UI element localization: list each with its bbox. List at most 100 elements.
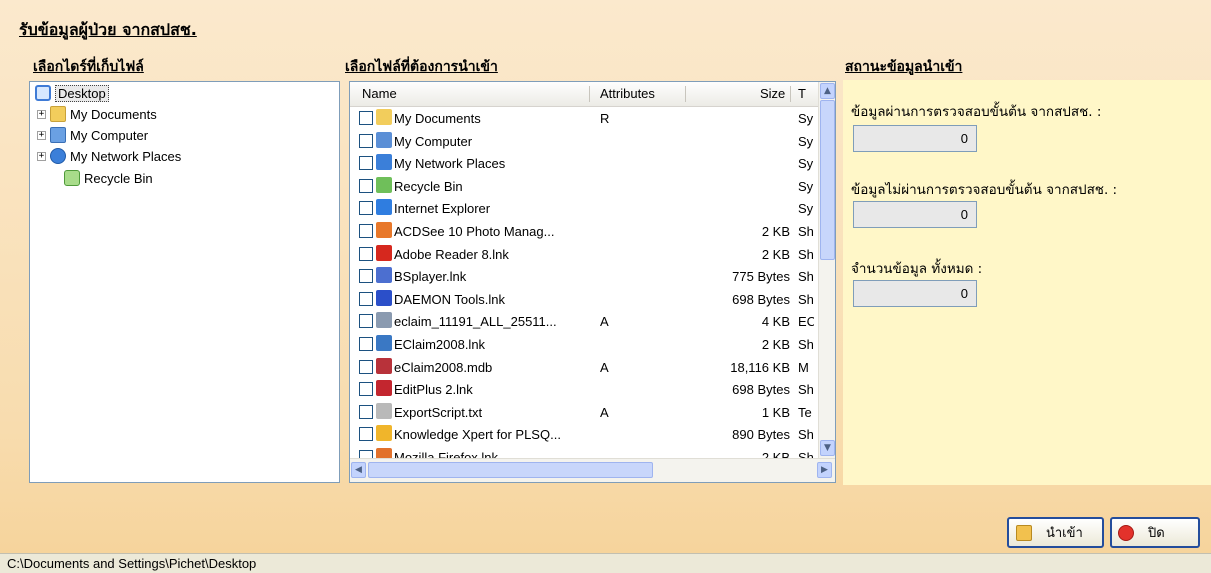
file-row[interactable]: Mozilla Firefox.lnk 2 KB Sh bbox=[350, 446, 818, 458]
file-name: My Network Places bbox=[394, 156, 506, 172]
scroll-up-icon[interactable]: ▲ bbox=[820, 83, 835, 99]
power-icon bbox=[1118, 524, 1134, 541]
tree-item-my-computer[interactable]: + My Computer bbox=[37, 125, 148, 145]
file-checkbox[interactable] bbox=[359, 269, 373, 284]
column-header-size[interactable]: Size bbox=[760, 86, 785, 101]
file-name: Recycle Bin bbox=[394, 178, 463, 194]
file-row[interactable]: BSplayer.lnk 775 Bytes Sh bbox=[350, 265, 818, 288]
column-header-name[interactable]: Name bbox=[362, 86, 397, 101]
scroll-down-icon[interactable]: ▼ bbox=[820, 440, 835, 456]
file-type: Sy bbox=[798, 201, 814, 217]
file-checkbox[interactable] bbox=[359, 337, 373, 351]
scroll-right-icon[interactable]: ▶ bbox=[817, 462, 832, 478]
vertical-scroll-thumb[interactable] bbox=[820, 100, 835, 260]
file-checkbox[interactable] bbox=[359, 359, 373, 374]
expand-icon[interactable]: + bbox=[37, 130, 46, 140]
file-size: 2 KB bbox=[761, 224, 790, 239]
file-type: Sh bbox=[798, 382, 814, 398]
file-type: Sy bbox=[798, 111, 814, 126]
file-row[interactable]: My Computer Sy bbox=[350, 130, 818, 153]
file-size: 698 Bytes bbox=[732, 291, 790, 307]
file-row[interactable]: Recycle Bin Sy bbox=[350, 175, 818, 198]
file-attributes: A bbox=[600, 314, 609, 330]
tree-item-desktop[interactable]: Desktop bbox=[35, 83, 109, 103]
tree-item-my-documents[interactable]: + My Documents bbox=[37, 104, 157, 124]
file-checkbox[interactable] bbox=[359, 291, 373, 306]
drive-section-label: เลือกไดร์ที่เก็บไฟล์ bbox=[33, 59, 144, 75]
folder-icon bbox=[50, 106, 66, 122]
file-row[interactable]: My Network Places Sy bbox=[350, 152, 818, 175]
file-row[interactable]: EditPlus 2.lnk 698 Bytes Sh bbox=[350, 378, 818, 401]
tree-item-label: Recycle Bin bbox=[84, 170, 153, 186]
file-type: Sh bbox=[798, 427, 814, 443]
expand-icon[interactable]: + bbox=[37, 109, 46, 119]
file-row[interactable]: Internet Explorer Sy bbox=[350, 197, 818, 220]
folder-icon bbox=[376, 109, 392, 125]
column-divider[interactable] bbox=[685, 86, 686, 102]
file-row[interactable]: Adobe Reader 8.lnk 2 KB Sh bbox=[350, 243, 818, 266]
tree-item-recycle-bin[interactable]: Recycle Bin bbox=[50, 168, 153, 188]
file-checkbox[interactable] bbox=[359, 156, 373, 171]
file-checkbox[interactable] bbox=[359, 246, 373, 261]
horizontal-scrollbar[interactable]: ◀ ▶ bbox=[350, 458, 835, 482]
column-divider[interactable] bbox=[790, 86, 791, 102]
file-row[interactable]: eclaim_11191_ALL_25511... A 4 KB EC bbox=[350, 310, 818, 333]
close-button[interactable]: ปิด bbox=[1110, 517, 1200, 548]
file-list[interactable]: Name Attributes Size T My Documents R Sy My… bbox=[349, 81, 836, 483]
file-rows: My Documents R Sy My Computer Sy My Network P… bbox=[350, 106, 818, 458]
file-checkbox[interactable] bbox=[359, 314, 373, 329]
failed-label: ข้อมูลไม่ผ่านการตรวจสอบขั้นต้น จากสปสช. … bbox=[851, 182, 1118, 198]
file-row[interactable]: ACDSee 10 Photo Manag... 2 KB Sh bbox=[350, 220, 818, 243]
bsplayer-icon bbox=[376, 267, 392, 284]
desktop-icon bbox=[35, 85, 51, 101]
file-row[interactable]: EClaim2008.lnk 2 KB Sh bbox=[350, 333, 818, 356]
tree-item-my-network-places[interactable]: + My Network Places bbox=[37, 146, 181, 166]
file-size: 698 Bytes bbox=[732, 382, 790, 398]
file-checkbox[interactable] bbox=[359, 450, 373, 458]
column-divider[interactable] bbox=[589, 86, 590, 102]
tree-item-label: My Documents bbox=[70, 106, 157, 122]
file-attributes: A bbox=[600, 359, 609, 375]
file-checkbox[interactable] bbox=[359, 178, 373, 193]
recycle-bin-icon bbox=[376, 176, 392, 193]
status-section-label: สถานะข้อมูลนำเข้า bbox=[845, 59, 963, 75]
eclaim-icon bbox=[376, 335, 392, 351]
folder-tree[interactable]: Desktop + My Documents + My Computer + M… bbox=[29, 81, 340, 483]
file-size: 18,116 KB bbox=[730, 359, 790, 375]
file-checkbox[interactable] bbox=[359, 133, 373, 148]
file-icon bbox=[376, 312, 392, 329]
file-name: Internet Explorer bbox=[394, 201, 491, 217]
file-checkbox[interactable] bbox=[359, 201, 373, 216]
current-path: C:\Documents and Settings\Pichet\Desktop bbox=[7, 556, 257, 571]
file-name: My Computer bbox=[394, 133, 473, 149]
file-list-header: Name Attributes Size T bbox=[350, 82, 818, 107]
file-row[interactable]: Knowledge Xpert for PLSQ... 890 Bytes Sh bbox=[350, 423, 818, 446]
import-button[interactable]: นำเข้า bbox=[1007, 517, 1104, 548]
vertical-scrollbar[interactable]: ▲ ▼ bbox=[818, 82, 835, 458]
page-title: รับข้อมูลผู้ป่วย จากสปสช. bbox=[19, 20, 197, 39]
file-size: 1 KB bbox=[761, 404, 790, 420]
file-row[interactable]: ExportScript.txt A 1 KB Te bbox=[350, 401, 818, 424]
file-checkbox[interactable] bbox=[359, 111, 373, 125]
file-name: eClaim2008.mdb bbox=[394, 359, 493, 375]
file-size: 2 KB bbox=[761, 246, 790, 262]
file-size: 2 KB bbox=[761, 450, 790, 458]
firefox-icon bbox=[376, 448, 392, 458]
horizontal-scroll-thumb[interactable] bbox=[368, 462, 653, 478]
file-checkbox[interactable] bbox=[359, 382, 373, 397]
file-checkbox[interactable] bbox=[359, 224, 373, 238]
expand-icon[interactable]: + bbox=[37, 151, 46, 161]
file-checkbox[interactable] bbox=[359, 404, 373, 419]
import-button-label: นำเข้า bbox=[1046, 526, 1083, 541]
editplus-icon bbox=[376, 380, 392, 397]
file-name: DAEMON Tools.lnk bbox=[394, 291, 506, 307]
column-header-attributes[interactable]: Attributes bbox=[600, 86, 655, 101]
file-name: ACDSee 10 Photo Manag... bbox=[394, 224, 555, 239]
column-header-type[interactable]: T bbox=[798, 86, 806, 101]
total-count-field: 0 bbox=[853, 280, 977, 307]
file-checkbox[interactable] bbox=[359, 427, 373, 442]
file-row[interactable]: eClaim2008.mdb A 18,116 KB M bbox=[350, 356, 818, 379]
file-row[interactable]: DAEMON Tools.lnk 698 Bytes Sh bbox=[350, 288, 818, 311]
scroll-left-icon[interactable]: ◀ bbox=[351, 462, 366, 478]
file-row[interactable]: My Documents R Sy bbox=[350, 107, 818, 130]
